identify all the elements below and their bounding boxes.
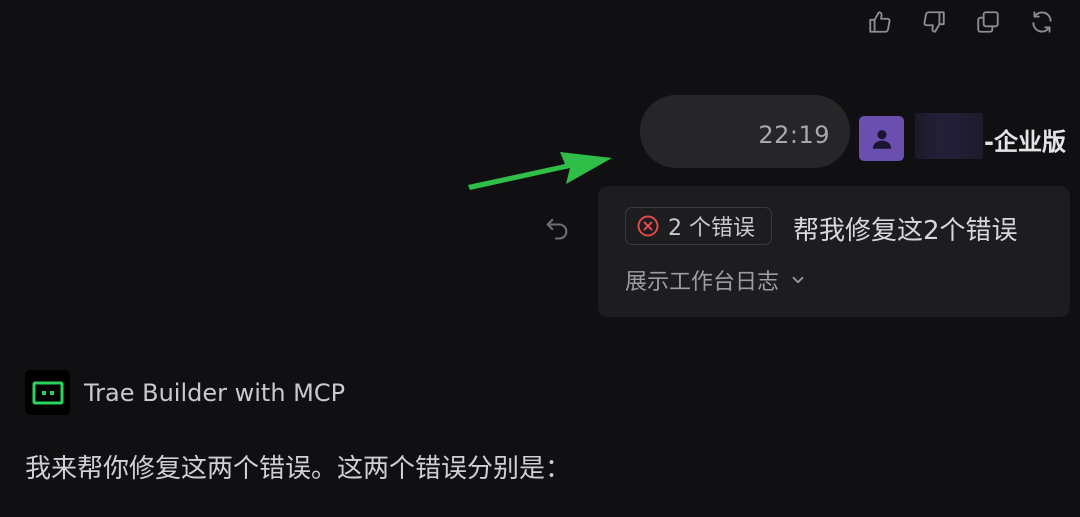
person-icon — [872, 129, 891, 149]
assistant-message-text: 我来帮你修复这两个错误。这两个错误分别是： — [25, 454, 572, 484]
user-name: -企业版 — [984, 128, 1066, 156]
refresh-icon — [1032, 11, 1052, 33]
message-action-bar — [866, 6, 1056, 38]
assistant-name: Trae Builder with MCP — [84, 378, 346, 407]
undo-icon — [546, 218, 568, 240]
show-workbench-log-toggle[interactable]: 展示工作台日志 — [625, 264, 807, 296]
user-message-card: 2 个错误 帮我修复这2个错误 展示工作台日志 — [598, 186, 1070, 317]
dislike-button[interactable] — [920, 6, 948, 38]
user-avatar — [859, 116, 904, 161]
redacted-name — [915, 113, 983, 159]
trae-logo-icon — [32, 381, 63, 404]
copy-button[interactable] — [974, 6, 1002, 38]
chevron-down-icon — [792, 276, 804, 284]
undo-button[interactable] — [540, 211, 574, 245]
user-message-text: 帮我修复这2个错误 — [793, 216, 1018, 246]
chat-panel: 22:19 -企业版 2 个错误 帮我修复这2个错误 展示工作台日志 Trae … — [0, 0, 1080, 517]
error-count-label: 2 个错误 — [668, 216, 755, 241]
thumbs-up-icon — [869, 11, 891, 33]
user-message-bubble: 22:19 — [640, 95, 850, 168]
assistant-header: Trae Builder with MCP — [25, 370, 345, 415]
like-button[interactable] — [866, 6, 894, 38]
thumbs-down-icon — [923, 11, 945, 33]
message-timestamp: 22:19 — [758, 121, 830, 149]
show-workbench-log-label: 展示工作台日志 — [625, 270, 780, 295]
assistant-logo — [25, 370, 70, 415]
error-circle-icon — [637, 215, 659, 237]
regenerate-button[interactable] — [1028, 6, 1056, 38]
error-count-chip[interactable]: 2 个错误 — [625, 207, 772, 245]
copy-icon — [977, 11, 999, 33]
